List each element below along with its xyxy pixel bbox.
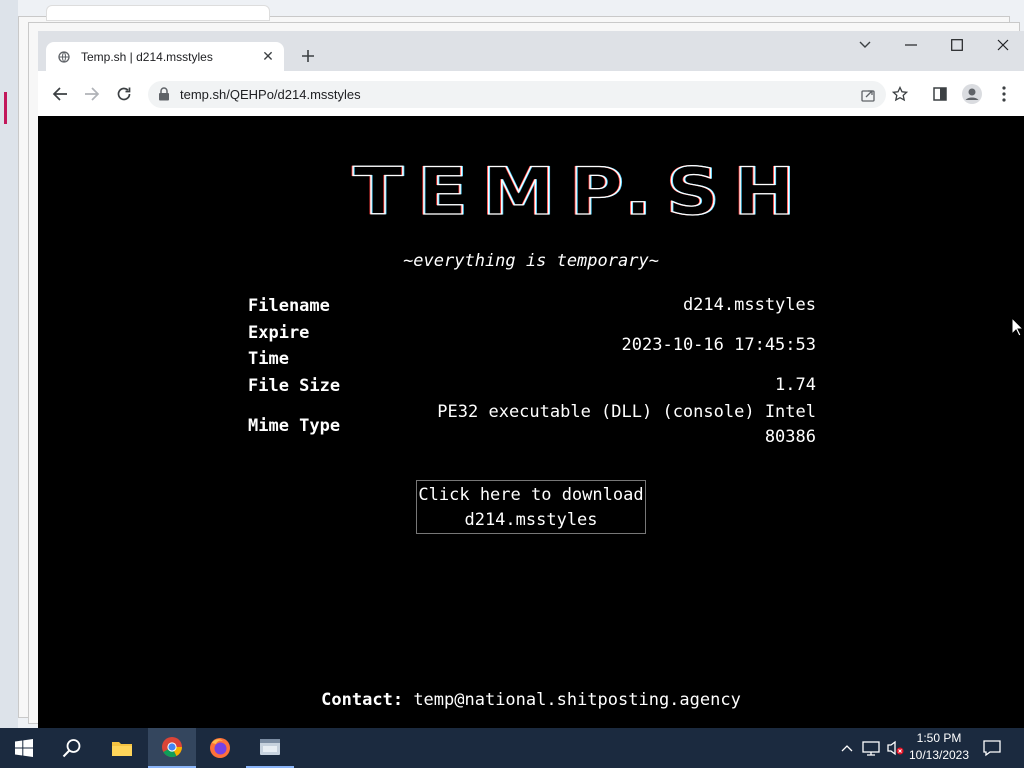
site-logo: TEMP.SH TEMP.SH TEMP.SH — [210, 154, 950, 231]
download-button[interactable]: Click here to download d214.msstyles — [416, 480, 646, 534]
mimetype-label: Mime Type — [248, 416, 341, 436]
app-window-icon[interactable] — [246, 728, 294, 768]
expire-value: 2023-10-16 17:45:53 — [621, 335, 816, 355]
back-icon[interactable] — [48, 82, 72, 106]
system-clock[interactable]: 1:50 PM 10/13/2023 — [905, 730, 973, 764]
new-tab-icon[interactable] — [298, 46, 318, 66]
download-button-line2: d214.msstyles — [464, 510, 598, 530]
url-text: temp.sh/QEHPo/d214.msstyles — [180, 87, 361, 102]
tagline: ~everything is temporary~ — [403, 251, 659, 271]
mimetype-value-line1: PE32 executable (DLL) (console) Intel — [437, 402, 816, 422]
filesize-label: File Size — [248, 376, 341, 396]
maximize-icon[interactable] — [934, 33, 980, 57]
mimetype-value-line2: 80386 — [764, 427, 816, 447]
address-bar[interactable]: temp.sh/QEHPo/d214.msstyles — [148, 81, 886, 108]
minimize-icon[interactable] — [888, 33, 934, 57]
background-tab — [46, 5, 270, 21]
share-icon[interactable] — [858, 85, 878, 105]
tab-search-icon[interactable] — [842, 33, 888, 57]
notification-icon[interactable] — [980, 728, 1004, 768]
filesize-value: 1.74 — [775, 375, 816, 395]
expire-label-line2: Time — [248, 349, 289, 369]
forward-icon[interactable] — [80, 82, 104, 106]
filename-value: d214.msstyles — [682, 295, 816, 315]
bookmark-star-icon[interactable] — [888, 82, 912, 106]
mouse-cursor-icon — [1011, 316, 1024, 342]
side-panel-icon[interactable] — [928, 82, 952, 106]
contact-footer: Contact: temp@national.shitposting.agenc… — [38, 690, 1024, 710]
close-window-icon[interactable] — [980, 33, 1024, 57]
svg-text:TEMP.SH: TEMP.SH — [353, 156, 810, 221]
left-strip-accent — [4, 92, 7, 124]
expire-label-line1: Expire — [248, 323, 310, 343]
globe-icon — [58, 50, 70, 63]
left-desktop-strip — [0, 0, 18, 728]
volume-muted-icon[interactable] — [884, 728, 906, 768]
menu-dots-icon[interactable] — [992, 82, 1016, 106]
clock-date: 10/13/2023 — [908, 748, 970, 762]
clock-time: 1:50 PM — [916, 731, 962, 745]
tab-active[interactable]: Temp.sh | d214.msstyles ✕ — [46, 42, 284, 71]
search-icon[interactable] — [48, 728, 96, 768]
firefox-icon[interactable] — [196, 728, 244, 768]
tray-chevron-icon[interactable] — [838, 728, 856, 768]
lock-icon[interactable] — [158, 87, 170, 106]
start-windows-icon[interactable] — [0, 728, 48, 768]
file-explorer-icon[interactable] — [98, 728, 146, 768]
page-content: TEMP.SH TEMP.SH TEMP.SH ~everything is t… — [38, 116, 1024, 728]
reload-icon[interactable] — [112, 82, 136, 106]
contact-label: Contact: — [321, 690, 404, 710]
filename-label: Filename — [248, 296, 330, 316]
tab-close-icon[interactable]: ✕ — [260, 48, 276, 65]
tab-title: Temp.sh | d214.msstyles — [81, 49, 213, 64]
chrome-icon[interactable] — [148, 728, 196, 768]
network-icon[interactable] — [860, 728, 882, 768]
contact-email-link[interactable]: temp@national.shitposting.agency — [413, 690, 741, 710]
download-button-line1: Click here to download — [418, 485, 644, 505]
profile-avatar-icon[interactable] — [960, 82, 984, 106]
